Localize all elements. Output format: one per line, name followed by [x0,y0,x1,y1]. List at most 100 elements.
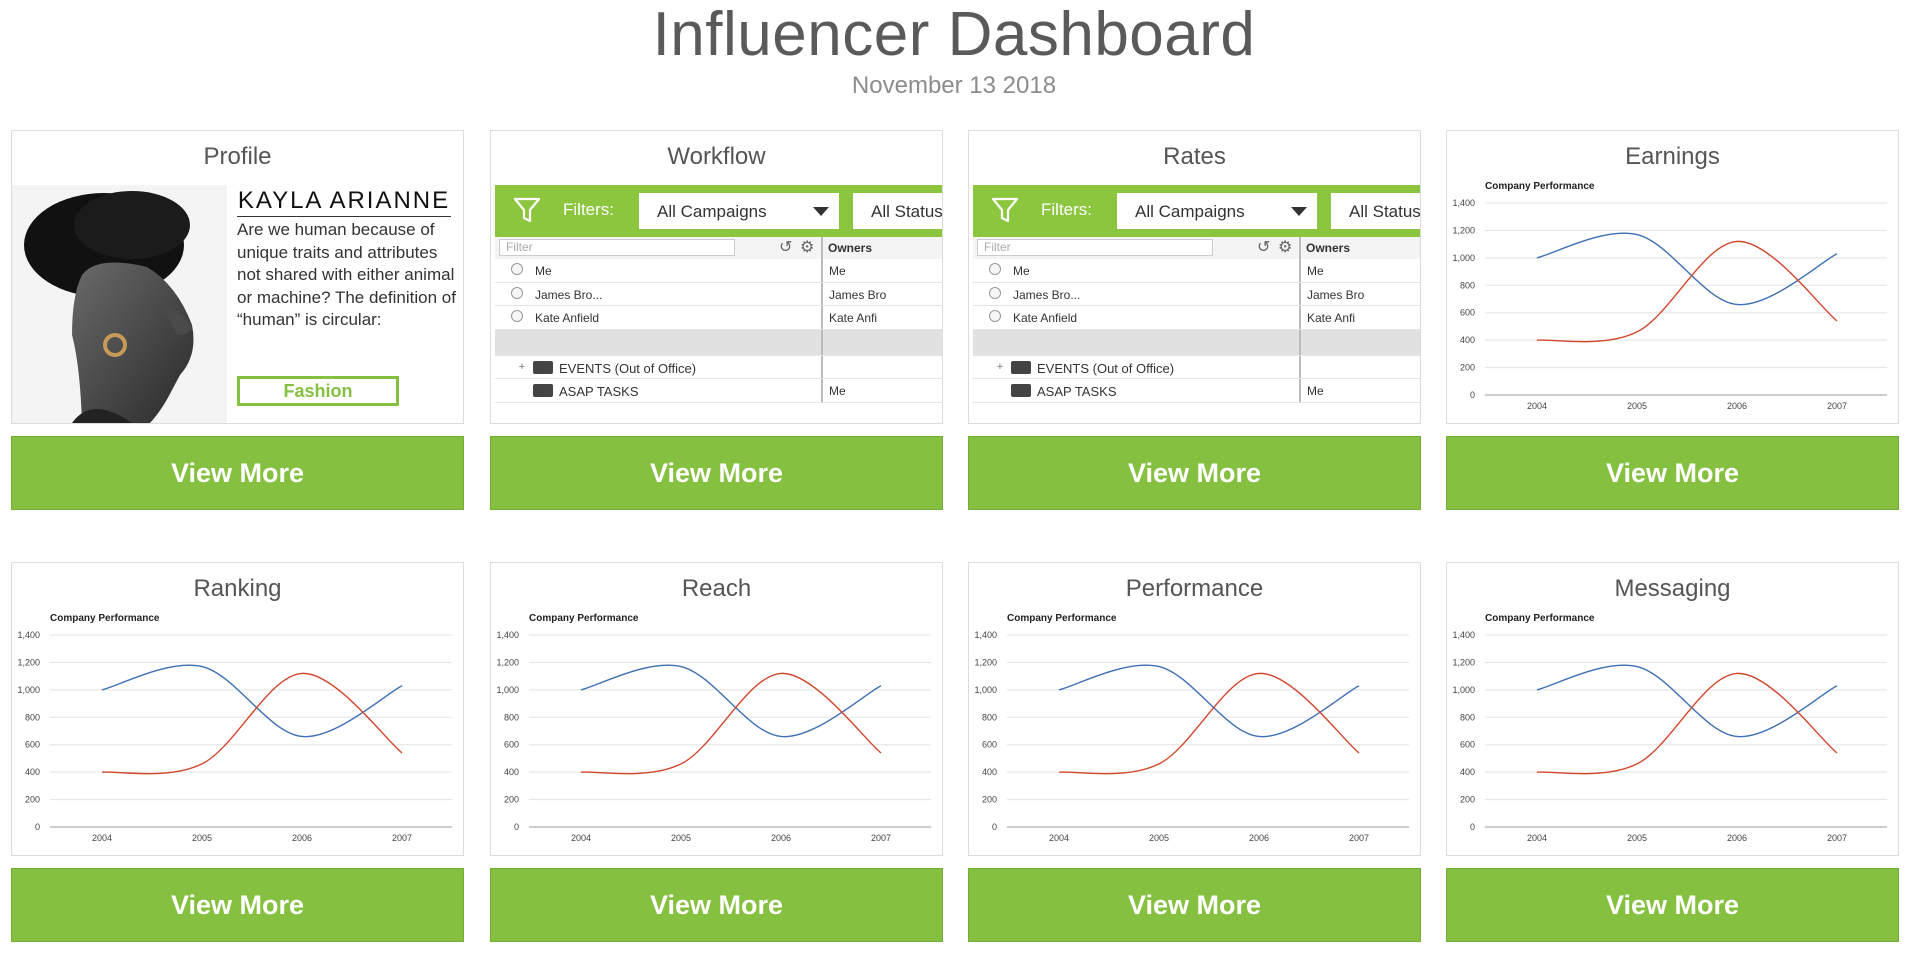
y-tick-label: 1,000 [496,685,519,695]
filter-input[interactable]: Filter [977,239,1213,256]
row-owner: Me [821,379,942,402]
rates-grid: Me Me James Bro... James Bro Kate Anfield K… [973,259,1420,403]
table-row[interactable]: Me Me [973,259,1420,283]
view-more-button[interactable]: View More [11,436,464,510]
y-tick-label: 0 [514,822,519,832]
user-icon [989,310,1001,322]
page-title: Influencer Dashboard [652,0,1256,69]
view-more-button[interactable]: View More [968,868,1421,942]
owners-column-header[interactable]: Owners [1299,237,1420,259]
x-tick-label: 2005 [671,833,691,843]
filter-icon [513,197,541,223]
table-row[interactable]: + EVENTS (Out of Office) [973,355,1420,379]
table-row[interactable]: ASAP TASKS Me [495,379,942,403]
view-more-button[interactable]: View More [1446,436,1899,510]
profile-panel: Profile KAYLA ARIANNE Are we human becau… [11,130,464,424]
panel-title: Messaging [1614,575,1731,602]
y-tick-label: 1,000 [1452,685,1475,695]
view-more-button[interactable]: View More [968,436,1421,510]
y-tick-label: 1,400 [974,630,997,640]
y-tick-label: 1,200 [496,657,519,667]
profile-bio: Are we human because of unique traits an… [237,220,456,329]
x-tick-label: 2004 [92,833,112,843]
chevron-down-icon [813,207,829,216]
row-owner: James Bro [1299,282,1420,305]
chart-title: Company Performance [50,613,160,624]
page-header: Influencer Dashboard November 13 2018 [0,0,1908,100]
series-line-1 [580,672,882,775]
x-tick-label: 2006 [292,833,312,843]
campaign-select-value: All Campaigns [1135,202,1245,221]
line-chart: Company Performance 0 200 400 600 800 1,000 1,2… [974,613,1409,843]
gear-icon[interactable]: ⚙ [1278,239,1292,257]
y-tick-label: 600 [1460,308,1475,318]
chart-title: Company Performance [529,613,639,624]
x-tick-label: 2006 [1249,833,1269,843]
campaign-select-value: All Campaigns [657,202,767,221]
expand-icon[interactable]: + [517,361,527,372]
table-row[interactable]: James Bro... James Bro [495,282,942,306]
x-tick-label: 2007 [392,833,412,843]
table-row[interactable]: James Bro... James Bro [973,282,1420,306]
campaign-select[interactable]: All Campaigns [1117,193,1317,229]
y-tick-label: 800 [1460,280,1475,290]
table-row[interactable]: Kate Anfield Kate Anfi [973,306,1420,330]
row-owner: James Bro [821,282,942,305]
rates-card: Rates Filters: All Campaigns All Status … [968,130,1421,510]
table-row[interactable]: ASAP TASKS Me [973,379,1420,403]
view-more-button[interactable]: View More [490,436,943,510]
y-tick-label: 1,000 [1452,253,1475,263]
table-row[interactable]: Me Me [495,259,942,283]
y-tick-label: 1,200 [974,657,997,667]
y-tick-label: 400 [982,767,997,777]
view-more-button[interactable]: View More [11,868,464,942]
status-select-value: All Status [1349,202,1420,221]
y-tick-label: 200 [25,795,40,805]
rates-panel: Rates Filters: All Campaigns All Status … [968,130,1421,424]
user-icon [511,310,523,322]
filter-input[interactable]: Filter [499,239,735,256]
refresh-icon[interactable]: ↺ [1257,239,1270,257]
row-owner: Kate Anfi [821,306,942,329]
workflow-grid: Me Me James Bro... James Bro Kate Anfield K… [495,259,942,403]
folder-icon [1011,360,1031,374]
y-tick-label: 600 [1460,740,1475,750]
panel-title: Ranking [193,575,282,602]
campaign-select[interactable]: All Campaigns [639,193,839,229]
category-tag[interactable]: Fashion [237,376,399,406]
x-tick-label: 2006 [1727,401,1747,411]
row-owner [1299,329,1420,355]
expand-icon[interactable]: + [995,361,1005,372]
panel-title: Performance [1125,575,1264,602]
page-date: November 13 2018 [851,72,1057,99]
status-select[interactable]: All Status [853,193,942,229]
view-more-button[interactable]: View More [1446,868,1899,942]
y-tick-label: 600 [25,740,40,750]
x-tick-label: 2006 [771,833,791,843]
table-row-separator [973,329,1420,356]
owners-column-header[interactable]: Owners [821,237,942,259]
status-select[interactable]: All Status [1331,193,1420,229]
table-row[interactable]: + EVENTS (Out of Office) [495,355,942,379]
workflow-card: Workflow Filters: All Campaigns All Stat… [490,130,943,510]
y-tick-label: 800 [25,712,40,722]
chart-title: Company Performance [1485,613,1595,624]
workflow-panel: Workflow Filters: All Campaigns All Stat… [490,130,943,424]
row-owner: Me [1299,259,1420,282]
line-chart: Company Performance 0 200 400 600 800 1,000 1,2… [17,613,452,843]
table-row[interactable]: Kate Anfield Kate Anfi [495,306,942,330]
chevron-down-icon [1291,207,1307,216]
series-line-1 [1536,240,1838,343]
earnings-panel: Earnings Company Performance 0 200 400 600 80… [1446,130,1899,424]
row-name: Kate Anfield [1013,311,1078,325]
y-tick-label: 1,400 [1452,198,1475,208]
refresh-icon[interactable]: ↺ [779,239,792,257]
view-more-button[interactable]: View More [490,868,943,942]
status-select-value: All Status [871,202,942,221]
row-name: ASAP TASKS [1037,384,1117,399]
x-tick-label: 2006 [1727,833,1747,843]
row-owner: Kate Anfi [1299,306,1420,329]
y-tick-label: 400 [1460,335,1475,345]
y-tick-label: 800 [1460,712,1475,722]
gear-icon[interactable]: ⚙ [800,239,814,257]
